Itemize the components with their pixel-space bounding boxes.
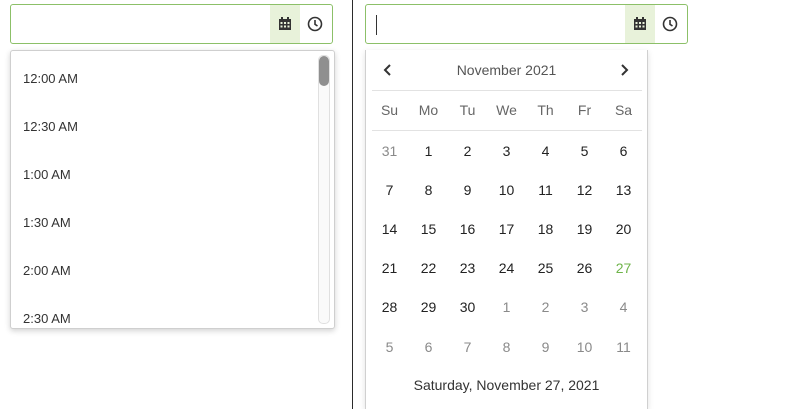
weekday-separator [372, 130, 642, 131]
calendar-day[interactable]: 4 [526, 140, 565, 162]
today-button[interactable]: Saturday, November 27, 2021 [366, 377, 647, 393]
date-picker-input[interactable] [365, 4, 688, 44]
weekday-header: Sa [614, 102, 633, 118]
time-picker-input[interactable] [10, 4, 333, 44]
calendar-day[interactable]: 4 [604, 296, 643, 318]
calendar-day[interactable]: 17 [487, 218, 526, 240]
date-text-field[interactable] [374, 13, 617, 37]
next-month-button[interactable] [614, 60, 634, 80]
calendar-header: November 2021 [366, 50, 647, 92]
time-scrollbar[interactable] [318, 55, 330, 324]
calendar-day[interactable]: 5 [565, 140, 604, 162]
calendar-day[interactable]: 31 [370, 140, 409, 162]
calendar-day[interactable]: 7 [448, 336, 487, 358]
weekday-header: Su [380, 102, 399, 118]
weekday-header: We [496, 102, 517, 118]
calendar-day[interactable]: 18 [526, 218, 565, 240]
calendar-day-today[interactable]: 27 [604, 257, 643, 279]
calendar-day[interactable]: 15 [409, 218, 448, 240]
time-option[interactable]: 2:30 AM [23, 311, 71, 326]
calendar-day[interactable]: 21 [370, 257, 409, 279]
calendar-day[interactable]: 2 [526, 296, 565, 318]
calendar-day[interactable]: 20 [604, 218, 643, 240]
time-option[interactable]: 1:30 AM [23, 215, 71, 230]
calendar-day[interactable]: 19 [565, 218, 604, 240]
time-option[interactable]: 12:30 AM [23, 119, 78, 134]
calendar-day[interactable]: 25 [526, 257, 565, 279]
calendar-day[interactable]: 11 [604, 336, 643, 358]
calendar-day[interactable]: 2 [448, 140, 487, 162]
weekday-header: Mo [418, 102, 439, 118]
calendar-button[interactable] [270, 5, 300, 43]
calendar-day[interactable]: 10 [487, 179, 526, 201]
calendar-dropdown: November 2021 Su Mo Tu We Th Fr Sa 31 1 2 3 4 5 6 7 8 9… [365, 50, 648, 409]
time-option[interactable]: 1:00 AM [23, 167, 71, 182]
calendar-day[interactable]: 23 [448, 257, 487, 279]
calendar-day[interactable]: 29 [409, 296, 448, 318]
clock-button[interactable] [300, 5, 330, 43]
calendar-day[interactable]: 14 [370, 218, 409, 240]
calendar-day[interactable]: 22 [409, 257, 448, 279]
chevron-right-icon [621, 64, 629, 76]
calendar-day[interactable]: 6 [409, 336, 448, 358]
calendar-day[interactable]: 1 [409, 140, 448, 162]
weekday-header: Th [537, 102, 554, 118]
calendar-day[interactable]: 8 [409, 179, 448, 201]
calendar-day[interactable]: 7 [370, 179, 409, 201]
calendar-day[interactable]: 1 [487, 296, 526, 318]
calendar-day[interactable]: 9 [526, 336, 565, 358]
month-title[interactable]: November 2021 [366, 62, 647, 78]
calendar-day[interactable]: 16 [448, 218, 487, 240]
calendar-icon [634, 17, 646, 30]
header-separator [372, 90, 642, 91]
calendar-day[interactable]: 13 [604, 179, 643, 201]
weekday-header: Tu [459, 102, 476, 118]
calendar-icon [279, 17, 291, 30]
calendar-day[interactable]: 24 [487, 257, 526, 279]
calendar-day[interactable]: 3 [565, 296, 604, 318]
clock-icon [307, 16, 323, 32]
time-option[interactable]: 12:00 AM [23, 71, 78, 86]
clock-button[interactable] [655, 5, 685, 43]
calendar-day[interactable]: 11 [526, 179, 565, 201]
time-text-field[interactable] [19, 13, 262, 37]
calendar-day[interactable]: 30 [448, 296, 487, 318]
calendar-day[interactable]: 28 [370, 296, 409, 318]
clock-icon [662, 16, 678, 32]
calendar-day[interactable]: 5 [370, 336, 409, 358]
panel-divider [352, 0, 353, 409]
calendar-button[interactable] [625, 5, 655, 43]
time-option[interactable]: 2:00 AM [23, 263, 71, 278]
scrollbar-thumb[interactable] [319, 56, 329, 86]
calendar-day[interactable]: 26 [565, 257, 604, 279]
calendar-day[interactable]: 9 [448, 179, 487, 201]
calendar-day[interactable]: 10 [565, 336, 604, 358]
calendar-day[interactable]: 6 [604, 140, 643, 162]
calendar-day[interactable]: 12 [565, 179, 604, 201]
weekday-header: Fr [577, 102, 592, 118]
calendar-day[interactable]: 8 [487, 336, 526, 358]
time-dropdown: 12:00 AM 12:30 AM 1:00 AM 1:30 AM 2:00 A… [10, 50, 335, 329]
calendar-day[interactable]: 3 [487, 140, 526, 162]
